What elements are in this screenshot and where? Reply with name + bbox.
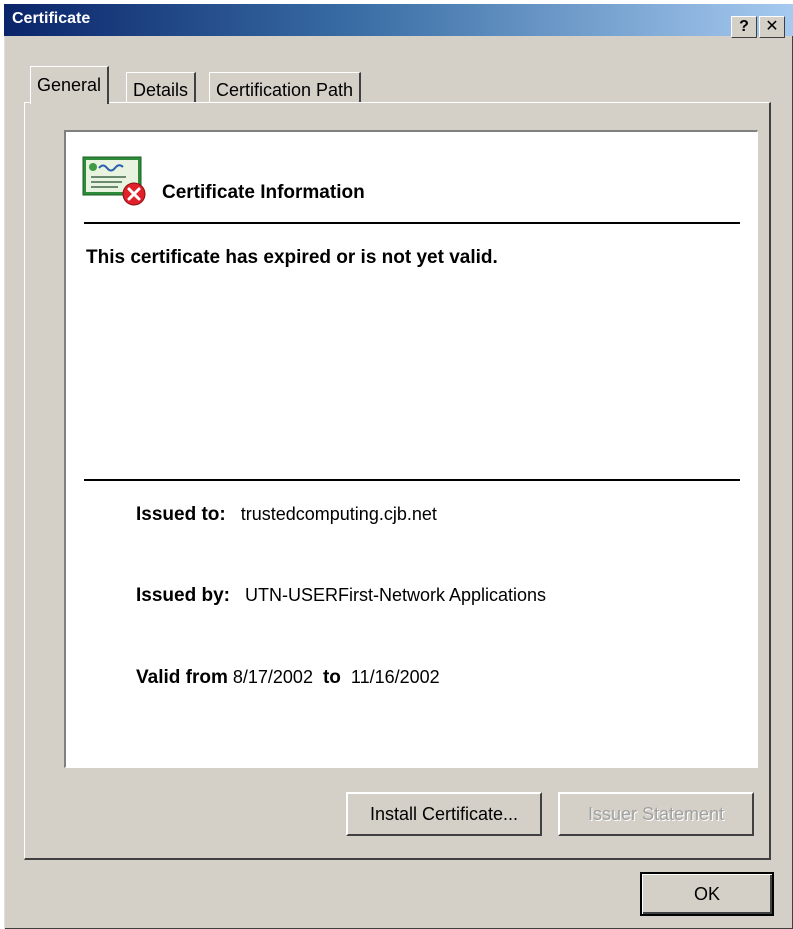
issued-by-value: UTN-USERFirst-Network Applications	[245, 585, 547, 605]
valid-to-value: 11/16/2002	[350, 667, 440, 687]
issued-to-label: Issued to:	[136, 504, 226, 525]
certificate-info-panel: Certificate Information This certificate…	[64, 130, 758, 768]
valid-to-label: to	[322, 667, 341, 688]
help-icon: ?	[739, 18, 749, 35]
ok-label: OK	[693, 884, 720, 904]
issued-by-row: Issued by: UTN-USERFirst-Network Applica…	[136, 585, 546, 607]
valid-from-value: 8/17/2002	[232, 667, 313, 687]
tab-general-label: General	[37, 75, 102, 95]
install-certificate-label: Install Certificate...	[369, 804, 519, 824]
divider	[84, 222, 740, 224]
install-certificate-button[interactable]: Install Certificate...	[346, 792, 542, 836]
close-button[interactable]: ✕	[759, 16, 785, 38]
validity-row: Valid from 8/17/2002 to 11/16/2002	[136, 667, 440, 689]
certificate-dialog: Certificate ? ✕ General Details Certific…	[4, 4, 793, 929]
issuer-statement-button[interactable]: Issuer Statement	[558, 792, 754, 836]
issued-to-row: Issued to: trustedcomputing.cjb.net	[136, 504, 437, 526]
issued-by-label: Issued by:	[136, 585, 230, 606]
tab-details-label: Details	[133, 80, 189, 100]
tab-certification-path-label: Certification Path	[216, 80, 354, 100]
valid-from-label: Valid from	[136, 667, 228, 688]
close-icon: ✕	[765, 18, 779, 35]
tab-general[interactable]: General	[30, 66, 110, 104]
ok-button[interactable]: OK	[640, 872, 774, 916]
title-bar[interactable]: Certificate	[4, 4, 793, 36]
issuer-statement-label: Issuer Statement	[587, 804, 725, 824]
help-button[interactable]: ?	[731, 16, 757, 38]
certificate-error-icon	[82, 156, 146, 206]
tab-certification-path[interactable]: Certification Path	[209, 72, 362, 102]
window-title: Certificate	[12, 10, 91, 27]
certificate-info-heading: Certificate Information	[162, 182, 365, 203]
tab-details[interactable]: Details	[126, 72, 197, 102]
issued-to-value: trustedcomputing.cjb.net	[240, 504, 437, 524]
divider	[84, 479, 740, 481]
validity-warning: This certificate has expired or is not y…	[86, 247, 498, 268]
